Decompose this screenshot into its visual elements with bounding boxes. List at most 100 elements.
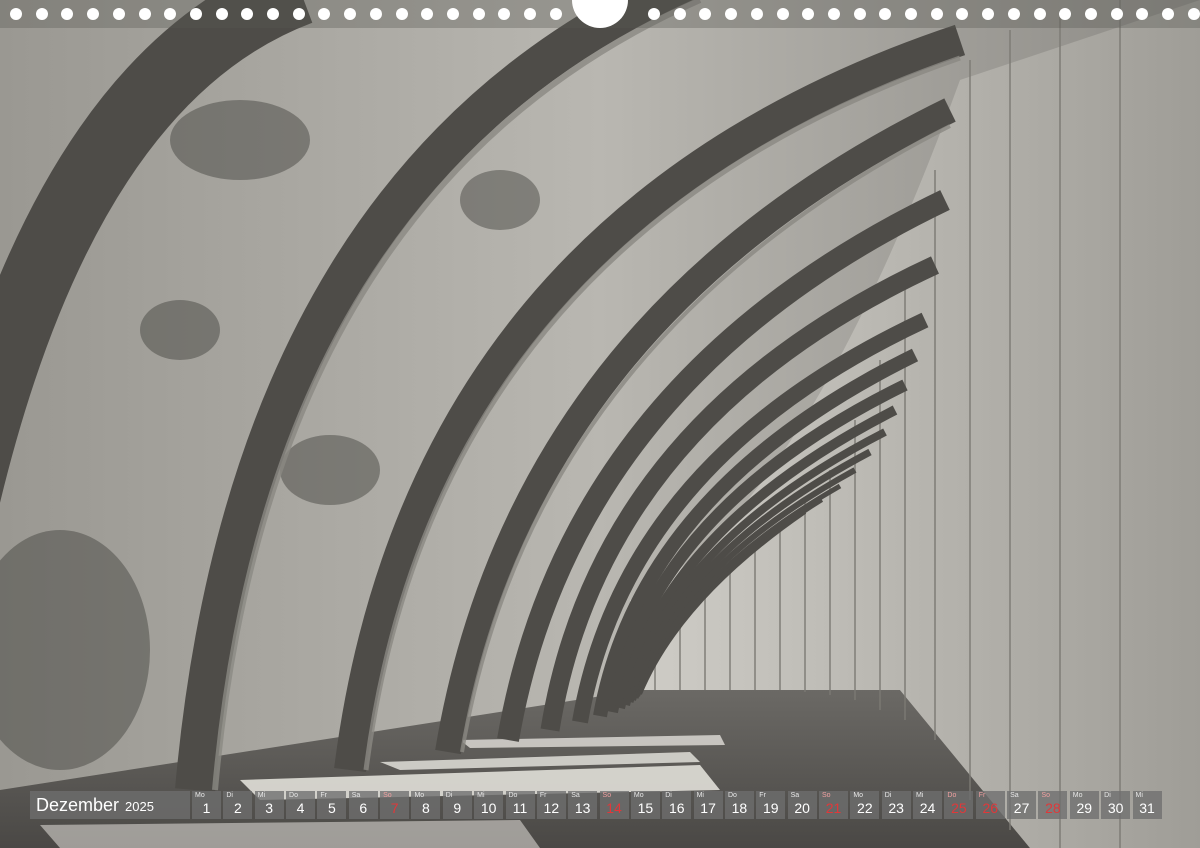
day-cell: Sa 6 (348, 791, 378, 819)
day-number: 17 (700, 800, 716, 816)
day-cell: Di 9 (442, 791, 472, 819)
binding-hole (673, 8, 686, 20)
binding-hole (318, 8, 331, 20)
binding-hole (879, 8, 892, 20)
day-number: 11 (512, 800, 528, 816)
year: 2025 (125, 799, 154, 814)
day-number: 15 (637, 800, 654, 816)
binding-hole (1162, 8, 1174, 20)
day-number: 29 (1076, 800, 1093, 816)
binding-hole (421, 8, 434, 20)
day-cell: Do 4 (286, 791, 316, 819)
binding-hole (802, 8, 815, 20)
day-cell: Mi 3 (254, 791, 284, 819)
binding-hole (853, 8, 866, 20)
binding-hole (369, 8, 382, 20)
day-cell: Fr 19 (756, 791, 786, 819)
day-number: 8 (422, 800, 430, 816)
binding-hole (524, 8, 536, 20)
binding-hole (776, 8, 789, 20)
day-number: 4 (296, 800, 305, 816)
day-cell: Di 30 (1101, 791, 1131, 819)
binding-hole (61, 8, 74, 20)
binding-hole (699, 8, 712, 20)
day-number: 12 (543, 800, 560, 816)
day-number: 9 (453, 800, 462, 816)
day-cell: So 14 (599, 791, 629, 819)
binding-hole (1033, 8, 1046, 20)
day-cell: Sa 13 (568, 791, 598, 819)
day-number: 7 (390, 800, 399, 816)
binding-hole (292, 8, 305, 20)
day-cell: Do 18 (724, 791, 754, 819)
day-number: 25 (951, 800, 967, 816)
binding-hole (956, 8, 969, 20)
binding-hole (215, 8, 228, 20)
month-name: Dezember (36, 795, 120, 815)
binding-hole (344, 8, 357, 20)
day-number: 1 (202, 800, 211, 816)
day-number: 2 (233, 800, 242, 816)
binding-holes (0, 0, 1200, 30)
binding-hole (1007, 8, 1020, 20)
binding-hole (827, 8, 840, 20)
hanger-cutout (572, 0, 628, 28)
day-cell: Do 25 (944, 791, 974, 819)
binding-hole (395, 8, 408, 20)
binding-hole (10, 8, 22, 20)
day-number: 24 (919, 800, 936, 816)
day-number: 5 (327, 800, 336, 816)
binding-hole (549, 8, 562, 20)
day-number: 19 (763, 800, 779, 816)
day-cell: Sa 27 (1007, 791, 1037, 819)
day-number: 10 (480, 800, 497, 816)
binding-hole (982, 8, 995, 20)
day-number: 26 (982, 800, 999, 816)
day-number: 18 (731, 800, 748, 816)
binding-hole (930, 8, 943, 20)
day-number: 3 (265, 800, 274, 816)
binding-hole (267, 8, 279, 20)
binding-hole (1136, 8, 1149, 20)
day-cell: Fr 12 (536, 791, 566, 819)
binding-hole (1059, 8, 1072, 20)
day-number: 16 (668, 800, 685, 816)
binding-hole (112, 8, 125, 20)
day-cell: Mo 8 (411, 791, 441, 819)
calendar-strip: Dezember 2025 Mo 1 Di 2 Mi 3 Do 4 Fr 5 Sa 6 So 7 Mo 8 Di… (30, 791, 1162, 819)
binding-hole (1110, 8, 1123, 20)
binding-hole (189, 8, 202, 20)
day-cell: So 28 (1038, 791, 1068, 819)
day-number: 21 (825, 800, 842, 816)
day-number: 28 (1045, 800, 1061, 816)
binding-hole (498, 8, 511, 20)
binding-hole (446, 8, 459, 20)
day-cell: Mi 17 (693, 791, 723, 819)
binding-hole (1187, 8, 1200, 20)
binding-hole (87, 8, 100, 20)
day-cell: So 7 (380, 791, 410, 819)
day-number: 14 (606, 800, 622, 816)
day-cell: Do 11 (505, 791, 535, 819)
day-cell: Mo 22 (850, 791, 880, 819)
day-number: 22 (857, 800, 873, 816)
day-cell: So 21 (819, 791, 848, 819)
day-cell: Mi 24 (913, 791, 943, 819)
day-cell: Di 2 (223, 791, 253, 819)
day-number: 27 (1013, 800, 1030, 816)
day-cell: Fr 5 (317, 791, 347, 819)
day-number: 23 (888, 800, 904, 816)
tunnel-arches-photo (0, 0, 1200, 848)
month-label: Dezember 2025 (30, 791, 190, 819)
day-number: 20 (794, 800, 810, 816)
day-cell: Di 16 (662, 791, 692, 819)
binding-hole (750, 8, 763, 20)
day-cell: Mo 29 (1069, 791, 1099, 819)
day-number: 6 (359, 800, 368, 816)
binding-hole (138, 8, 151, 20)
binding-hole (725, 8, 738, 20)
day-number: 30 (1107, 800, 1124, 816)
day-cell: Di 23 (881, 791, 911, 819)
day-cell: Mo 1 (192, 791, 221, 819)
binding-hole (164, 8, 177, 20)
